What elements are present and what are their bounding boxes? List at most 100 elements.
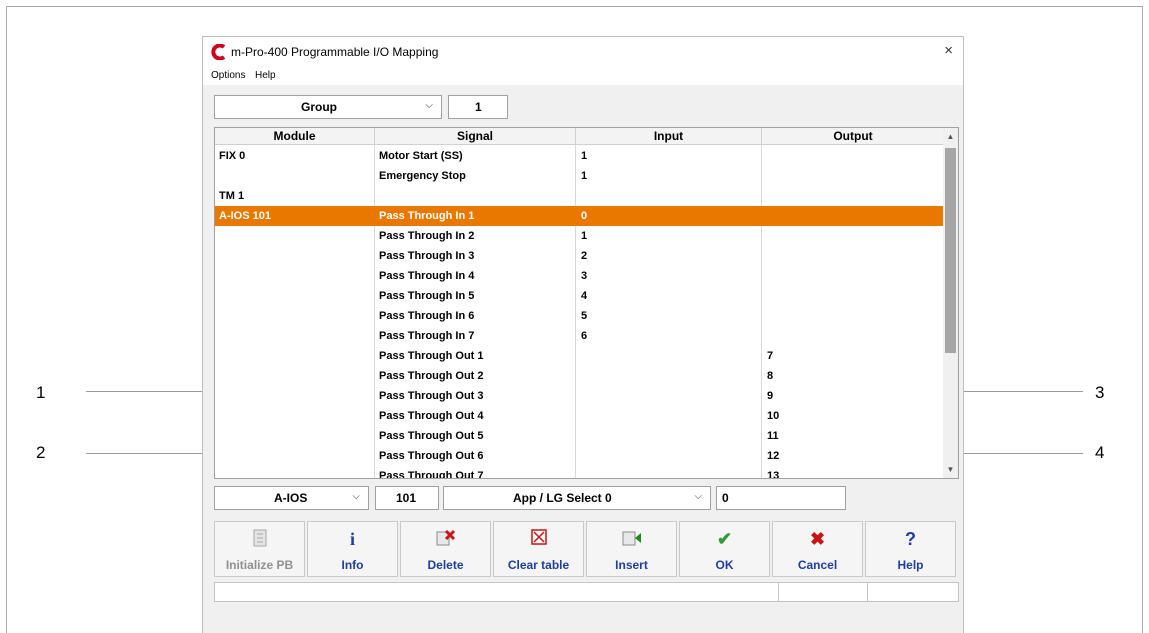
table-row[interactable]: Pass Through In 4 3 (215, 266, 944, 286)
ok-button[interactable]: ✔ OK (679, 521, 770, 577)
menu-help[interactable]: Help (255, 70, 276, 81)
scroll-down-icon[interactable]: ▼ (943, 461, 958, 478)
table-row[interactable]: Pass Through In 3 2 (215, 246, 944, 266)
cell-output: 13 (767, 470, 780, 479)
group-dropdown-label: Group (301, 100, 337, 114)
table-row[interactable]: Pass Through In 2 1 (215, 226, 944, 246)
clear-table-icon (494, 529, 583, 549)
delete-icon (401, 529, 490, 549)
group-dropdown[interactable]: Group ⌵ (214, 95, 442, 119)
cell-output: 8 (767, 370, 774, 382)
table-row-selected[interactable]: A-IOS 101 Pass Through In 1 0 (215, 206, 944, 226)
table-row[interactable]: Pass Through Out 1 7 (215, 346, 944, 366)
checkmark-icon: ✔ (716, 529, 733, 549)
cancel-button[interactable]: ✖ Cancel (772, 521, 863, 577)
vertical-scrollbar[interactable]: ▲ ▼ (943, 128, 958, 478)
column-header-output[interactable]: Output (762, 129, 944, 143)
cell-module: A-IOS 101 (219, 210, 271, 222)
scrollbar-thumb[interactable] (945, 148, 956, 353)
table-row[interactable]: Emergency Stop 1 (215, 166, 944, 186)
close-icon[interactable]: × (944, 42, 953, 59)
group-number-value: 1 (475, 100, 482, 114)
chevron-down-icon: ⌵ (694, 491, 702, 502)
delete-button[interactable]: Delete (400, 521, 491, 577)
callout-1: 1 (36, 383, 46, 402)
table-row[interactable]: Pass Through In 6 5 (215, 306, 944, 326)
cell-signal: Pass Through In 3 (379, 250, 475, 262)
table-row[interactable]: Pass Through Out 4 10 (215, 406, 944, 426)
delete-label: Delete (427, 558, 464, 572)
cell-signal: Pass Through Out 2 (379, 370, 484, 382)
help-button[interactable]: ? Help (865, 521, 956, 577)
status-bar (214, 582, 959, 602)
cell-output: 10 (767, 410, 780, 422)
signal-select-value: App / LG Select 0 (513, 491, 612, 505)
cell-output: 9 (767, 390, 774, 402)
table-row[interactable]: TM 1 (215, 186, 944, 206)
cell-input: 1 (581, 230, 588, 242)
scroll-up-icon[interactable]: ▲ (943, 128, 958, 145)
chevron-down-icon: ⌵ (352, 491, 360, 502)
cell-input: 1 (581, 150, 588, 162)
menu-options[interactable]: Options (211, 70, 245, 81)
cell-output: 12 (767, 450, 780, 462)
table-row[interactable]: Pass Through Out 7 13 (215, 466, 944, 479)
cell-module: TM 1 (219, 190, 245, 202)
module-number-value: 101 (396, 491, 417, 505)
column-header-signal[interactable]: Signal (375, 129, 575, 143)
cell-input: 4 (581, 290, 588, 302)
status-divider (778, 583, 779, 601)
cell-signal: Pass Through In 4 (379, 270, 475, 282)
table-row[interactable]: Pass Through In 5 4 (215, 286, 944, 306)
info-icon: i (349, 529, 355, 549)
module-type-value: A-IOS (274, 491, 308, 505)
table-header: Module Signal Input Output (215, 128, 944, 145)
info-button[interactable]: i Info (307, 521, 398, 577)
cell-signal: Pass Through In 7 (379, 330, 475, 342)
cell-input: 0 (581, 210, 588, 222)
title-bar[interactable]: m-Pro-400 Programmable I/O Mapping × (203, 37, 963, 67)
cell-output: 11 (767, 430, 779, 442)
cell-signal: Pass Through Out 3 (379, 390, 484, 402)
cell-input: 2 (581, 250, 588, 262)
column-divider (374, 128, 375, 145)
cell-module: FIX 0 (219, 150, 246, 162)
signal-select-dropdown[interactable]: App / LG Select 0 ⌵ (443, 486, 711, 510)
table-row[interactable]: Pass Through Out 2 8 (215, 366, 944, 386)
column-header-module[interactable]: Module (215, 129, 374, 143)
cancel-label: Cancel (797, 558, 838, 572)
group-number-field[interactable]: 1 (448, 95, 508, 119)
table-row[interactable]: Pass Through Out 3 9 (215, 386, 944, 406)
cell-input: 5 (581, 310, 588, 322)
initialize-pb-label: Initialize PB (225, 558, 294, 572)
cell-input: 1 (581, 170, 588, 182)
clear-table-button[interactable]: Clear table (493, 521, 584, 577)
insert-button[interactable]: Insert (586, 521, 677, 577)
status-divider (867, 583, 868, 601)
io-mapping-table: Module Signal Input Output FIX 0 Motor St… (214, 127, 959, 479)
cell-output: 7 (767, 350, 774, 362)
module-number-field[interactable]: 101 (375, 486, 439, 510)
cell-signal: Pass Through In 5 (379, 290, 475, 302)
callout-2: 2 (36, 443, 46, 462)
table-row[interactable]: Pass Through In 7 6 (215, 326, 944, 346)
table-row[interactable]: Pass Through Out 5 11 (215, 426, 944, 446)
column-header-input[interactable]: Input (576, 129, 761, 143)
callout-4: 4 (1095, 443, 1105, 462)
insert-label: Insert (615, 558, 648, 572)
table-row[interactable]: Pass Through Out 6 12 (215, 446, 944, 466)
cell-signal: Motor Start (SS) (379, 150, 463, 162)
initialize-icon (215, 529, 304, 549)
io-value-field[interactable]: 0 (716, 486, 846, 510)
cell-input: 6 (581, 330, 588, 342)
column-divider (761, 128, 762, 145)
cell-signal: Pass Through Out 4 (379, 410, 484, 422)
table-row[interactable]: FIX 0 Motor Start (SS) 1 (215, 146, 944, 166)
module-type-dropdown[interactable]: A-IOS ⌵ (214, 486, 369, 510)
cell-signal: Emergency Stop (379, 170, 466, 182)
cancel-icon: ✖ (809, 529, 826, 549)
help-label: Help (897, 558, 924, 572)
initialize-pb-button[interactable]: Initialize PB (214, 521, 305, 577)
window-title: m-Pro-400 Programmable I/O Mapping (231, 45, 439, 59)
cell-signal: Pass Through Out 1 (379, 350, 484, 362)
